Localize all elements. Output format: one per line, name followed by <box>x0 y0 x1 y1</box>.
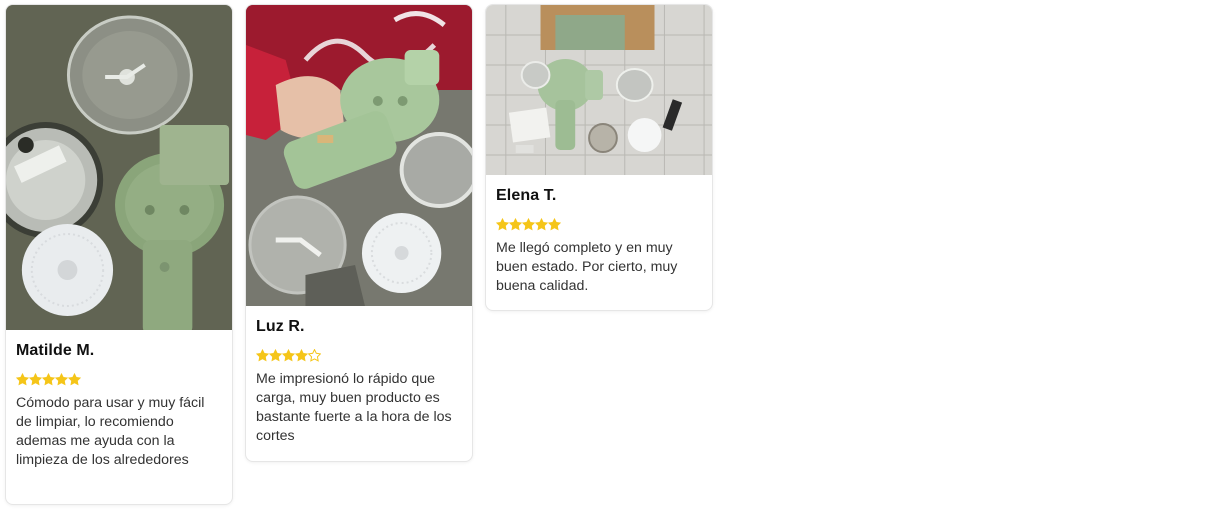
review-text: Cómodo para usar y muy fácil de limpiar,… <box>16 395 205 468</box>
star-filled-icon <box>29 372 42 386</box>
star-filled-icon <box>295 348 308 362</box>
star-filled-icon <box>269 348 282 362</box>
star-empty-icon <box>308 348 321 362</box>
star-filled-icon <box>55 372 68 386</box>
review-photo[interactable] <box>486 5 712 175</box>
star-filled-icon <box>548 217 561 231</box>
food-chopper-parts-photo <box>6 5 232 330</box>
reviewer-name: Luz R. <box>256 318 305 335</box>
hand-holding-chopper-photo <box>246 5 472 306</box>
star-rating <box>16 372 222 386</box>
star-filled-icon <box>42 372 55 386</box>
unboxed-chopper-kit-photo <box>486 5 712 175</box>
star-filled-icon <box>496 217 509 231</box>
star-filled-icon <box>16 372 29 386</box>
review-photo[interactable] <box>246 5 472 306</box>
star-filled-icon <box>509 217 522 231</box>
review-card[interactable]: Elena T. Me llegó completo y en muy buen… <box>485 4 713 311</box>
star-filled-icon <box>68 372 81 386</box>
star-filled-icon <box>256 348 269 362</box>
reviews-grid: Matilde M. Cómodo para usar y muy fácil … <box>0 0 1231 514</box>
review-card[interactable]: Luz R. Me impresionó lo rápido que carga… <box>245 4 473 462</box>
star-rating <box>256 348 462 362</box>
review-card[interactable]: Matilde M. Cómodo para usar y muy fácil … <box>5 4 233 505</box>
star-filled-icon <box>282 348 295 362</box>
reviewer-name: Elena T. <box>496 187 557 204</box>
star-filled-icon <box>535 217 548 231</box>
star-filled-icon <box>522 217 535 231</box>
review-text: Me llegó completo y en muy buen estado. … <box>496 240 678 294</box>
reviewer-name: Matilde M. <box>16 342 95 359</box>
star-rating <box>496 217 702 231</box>
review-photo[interactable] <box>6 5 232 330</box>
review-text: Me impresionó lo rápido que carga, muy b… <box>256 371 452 444</box>
